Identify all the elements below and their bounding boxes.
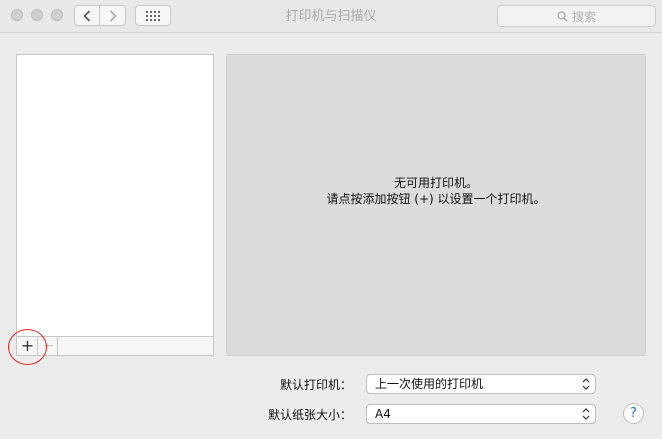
- default-paper-size-value: A4: [375, 407, 391, 421]
- printer-detail-panel: 无可用打印机。 请点按添加按钮 (+) 以设置一个打印机。: [226, 54, 646, 356]
- search-icon: [557, 10, 568, 22]
- chevron-updown-icon: [582, 378, 590, 390]
- default-printer-select[interactable]: 上一次使用的打印机: [366, 374, 596, 394]
- forward-button[interactable]: [100, 5, 126, 26]
- zoom-window-button[interactable]: [51, 9, 63, 21]
- default-paper-size-select[interactable]: A4: [366, 404, 596, 424]
- back-button[interactable]: [74, 5, 100, 26]
- default-printer-value: 上一次使用的打印机: [375, 377, 484, 391]
- add-printer-button[interactable]: +: [18, 337, 38, 355]
- chevron-right-icon: [109, 9, 117, 22]
- title-bar: 打印机与扫描仪 搜索: [0, 0, 662, 33]
- chevron-updown-icon: [582, 408, 590, 420]
- grid-icon: [146, 10, 160, 21]
- chevron-left-icon: [83, 9, 91, 22]
- default-printer-label: 默认打印机：: [279, 378, 352, 392]
- no-printer-line1: 无可用打印机。: [393, 176, 478, 190]
- search-input[interactable]: 搜索: [497, 5, 656, 27]
- close-window-button[interactable]: [11, 9, 23, 21]
- help-button[interactable]: ?: [623, 403, 644, 424]
- minimize-window-button[interactable]: [31, 9, 43, 21]
- printer-list[interactable]: [16, 54, 214, 337]
- remove-printer-button[interactable]: −: [40, 337, 58, 355]
- default-paper-size-label: 默认纸张大小：: [267, 408, 352, 422]
- search-placeholder: 搜索: [571, 9, 596, 24]
- no-printer-line2: 请点按添加按钮 (+) 以设置一个打印机。: [326, 192, 546, 206]
- no-printer-message: 无可用打印机。 请点按添加按钮 (+) 以设置一个打印机。: [227, 175, 645, 207]
- show-all-button[interactable]: [135, 5, 171, 26]
